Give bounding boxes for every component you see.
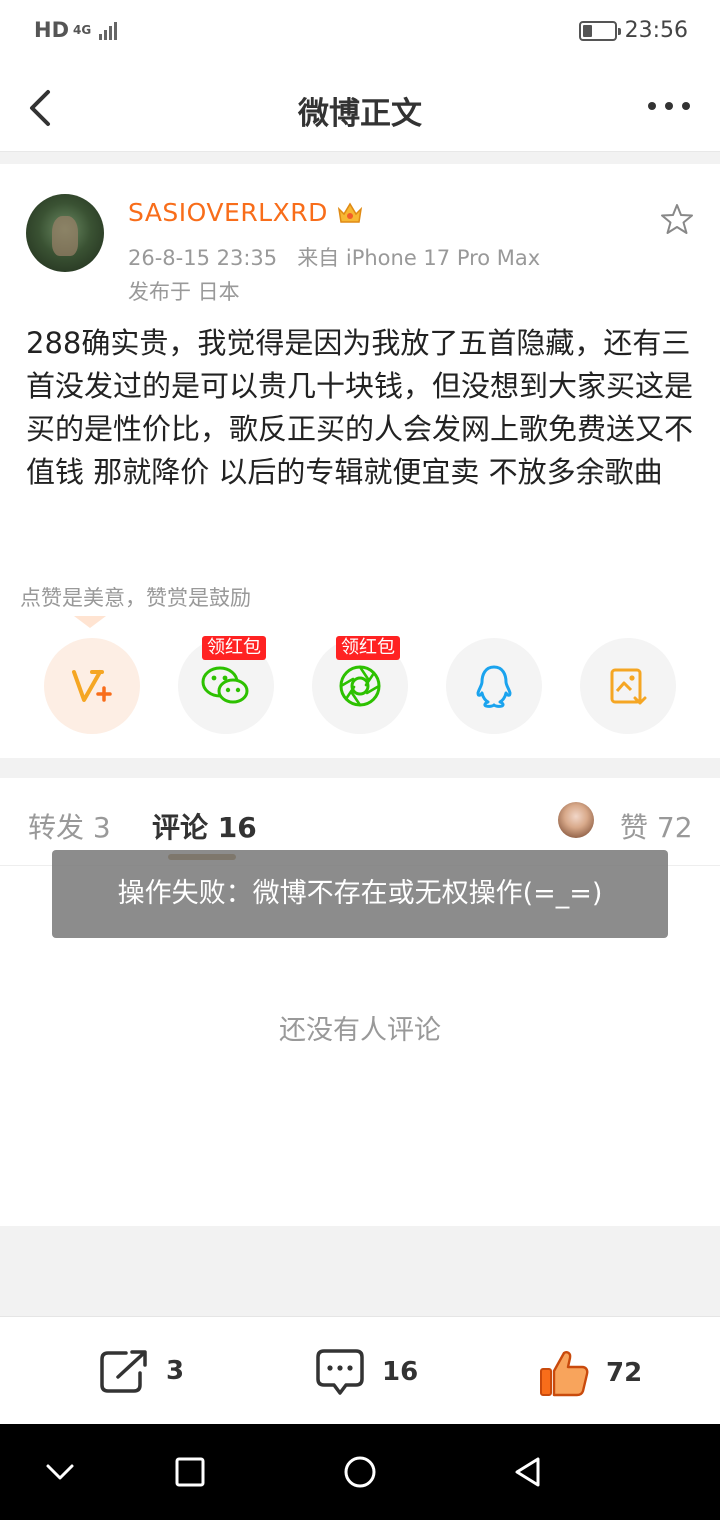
- username[interactable]: SASIOVERLXRD: [128, 198, 328, 227]
- signal-icon: [99, 20, 118, 40]
- tab-like[interactable]: 赞 72: [620, 806, 693, 846]
- crown-icon: [337, 202, 362, 223]
- post-text: 288确实贵，我觉得是因为我放了五首隐藏，还有三首没发过的是可以贵几十块钱，但没…: [26, 326, 694, 489]
- reward-button[interactable]: [44, 638, 140, 734]
- recents-square-icon[interactable]: [172, 1454, 208, 1490]
- post-card: SASIOVERLXRD 26-8-15 23:35 来自 iPhone 17 …: [0, 164, 720, 758]
- network-indicator: HD 4G: [34, 18, 118, 42]
- reward-v-plus-icon: [72, 670, 112, 702]
- liker-avatar[interactable]: [558, 802, 594, 838]
- bottom-action-bar: 3 16 72: [0, 1316, 720, 1424]
- reward-hint: 点赞是美意，赞赏是鼓励: [20, 586, 251, 610]
- comment-count: 16: [382, 1357, 419, 1387]
- qq-icon: [476, 665, 512, 708]
- post-location: 发布于 日本: [128, 280, 240, 304]
- comment-icon: [316, 1349, 364, 1395]
- wechat-icon: [201, 666, 249, 704]
- network-label: HD: [34, 18, 70, 42]
- qq-share-button[interactable]: [446, 638, 542, 734]
- status-bar: HD 4G 23:56: [0, 0, 720, 64]
- avatar[interactable]: [26, 194, 104, 272]
- page-title: 微博正文: [298, 96, 422, 132]
- post-time: 26-8-15 23:35: [128, 246, 278, 270]
- post-meta: 26-8-15 23:35 来自 iPhone 17 Pro Max: [128, 242, 540, 272]
- moments-icon: [339, 665, 381, 707]
- like-button[interactable]: 72: [538, 1347, 642, 1399]
- reward-tip-arrow: [74, 616, 106, 628]
- system-nav-bar: [0, 1424, 720, 1520]
- username-row[interactable]: SASIOVERLXRD: [128, 198, 364, 227]
- thumbs-up-icon: [540, 1351, 589, 1397]
- home-circle-icon[interactable]: [342, 1454, 378, 1490]
- clock: 23:56: [624, 18, 688, 43]
- like-count: 72: [606, 1358, 643, 1388]
- error-toast: 操作失败：微博不存在或无权操作(=_=): [52, 850, 668, 938]
- wechat-share-button[interactable]: 领红包: [178, 636, 274, 734]
- star-icon[interactable]: [660, 202, 694, 236]
- repost-icon: [100, 1350, 147, 1393]
- battery-fill: [582, 24, 592, 37]
- red-packet-badge: 领红包: [336, 636, 400, 660]
- share-row: 领红包 领红包: [0, 636, 720, 738]
- chevron-down-icon[interactable]: [42, 1454, 78, 1490]
- moments-share-button[interactable]: 领红包: [312, 636, 408, 734]
- battery-icon: [578, 20, 621, 41]
- more-dots-icon[interactable]: [648, 102, 690, 110]
- red-packet-badge: 领红包: [202, 636, 266, 660]
- save-image-icon: [610, 668, 647, 705]
- post-source: 来自 iPhone 17 Pro Max: [297, 246, 541, 270]
- save-image-button[interactable]: [580, 638, 676, 734]
- network-gen: 4G: [73, 23, 92, 37]
- comment-button[interactable]: 16: [314, 1347, 418, 1397]
- back-triangle-icon[interactable]: [510, 1454, 546, 1490]
- repost-count: 3: [166, 1356, 185, 1386]
- empty-comments-text: 还没有人评论: [279, 1015, 441, 1046]
- tab-comment[interactable]: 评论 16: [152, 806, 257, 846]
- repost-button[interactable]: 3: [98, 1347, 184, 1395]
- nav-bar: 微博正文: [0, 64, 720, 152]
- status-right: 23:56: [578, 18, 688, 43]
- tab-repost[interactable]: 转发 3: [28, 806, 111, 846]
